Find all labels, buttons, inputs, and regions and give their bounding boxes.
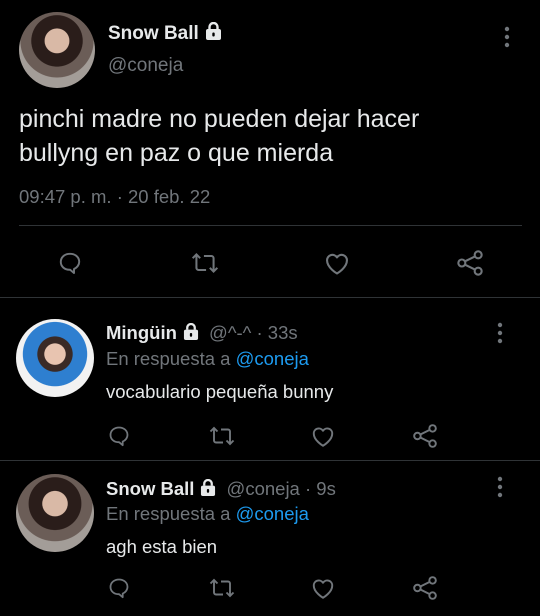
like-icon[interactable] — [310, 576, 336, 600]
display-name[interactable]: Mingüin — [106, 322, 177, 343]
share-icon[interactable] — [412, 575, 438, 601]
divider — [0, 460, 540, 461]
timestamp[interactable]: 09:47 p. m. · 20 feb. 22 — [19, 186, 210, 208]
like-icon[interactable] — [310, 424, 336, 448]
mention-link[interactable]: @coneja — [236, 348, 309, 369]
handle[interactable]: @coneja — [227, 478, 300, 499]
reply-context: En respuesta a @coneja — [106, 348, 309, 370]
handle[interactable]: @^-^ — [209, 322, 251, 343]
reply-author[interactable]: Snow Ball @coneja · 9s — [106, 478, 336, 502]
more-icon[interactable] — [503, 26, 511, 48]
avatar[interactable] — [16, 474, 94, 552]
lock-icon — [200, 478, 216, 502]
comment-icon[interactable] — [107, 424, 131, 448]
share-icon[interactable] — [456, 249, 484, 277]
reply-text: agh esta bien — [106, 536, 218, 557]
more-icon[interactable] — [496, 322, 504, 344]
like-icon[interactable] — [323, 250, 351, 276]
tweet-text: pinchi madre no pueden dejar hacer bully… — [19, 102, 419, 170]
comment-icon[interactable] — [107, 576, 131, 600]
retweet-icon[interactable] — [208, 576, 236, 600]
reply-text: vocabulario pequeña bunny — [106, 381, 334, 402]
tweet-text-line: bullyng en paz o que mierda — [19, 139, 334, 167]
share-icon[interactable] — [412, 423, 438, 449]
handle[interactable]: @coneja — [108, 55, 183, 77]
divider — [19, 225, 522, 226]
reply-prefix: En respuesta a — [106, 348, 236, 369]
display-name[interactable]: Snow Ball — [108, 23, 199, 44]
reply-context: En respuesta a @coneja — [106, 503, 309, 525]
reply-time: · 33s — [251, 322, 298, 343]
avatar[interactable] — [19, 12, 95, 88]
mention-link[interactable]: @coneja — [236, 503, 309, 524]
divider — [0, 297, 540, 298]
avatar[interactable] — [16, 319, 94, 397]
retweet-icon[interactable] — [208, 424, 236, 448]
tweet-text-line: pinchi madre no pueden dejar hacer — [19, 105, 420, 133]
comment-icon[interactable] — [57, 250, 83, 276]
reply-time: · 9s — [299, 478, 336, 499]
display-name[interactable]: Snow Ball — [106, 478, 194, 499]
lock-icon — [205, 21, 222, 47]
main-author[interactable]: Snow Ball — [108, 21, 222, 47]
retweet-icon[interactable] — [190, 250, 220, 276]
lock-icon — [183, 322, 199, 346]
more-icon[interactable] — [496, 476, 504, 498]
reply-author[interactable]: Mingüin @^-^ · 33s — [106, 322, 298, 346]
reply-prefix: En respuesta a — [106, 503, 236, 524]
